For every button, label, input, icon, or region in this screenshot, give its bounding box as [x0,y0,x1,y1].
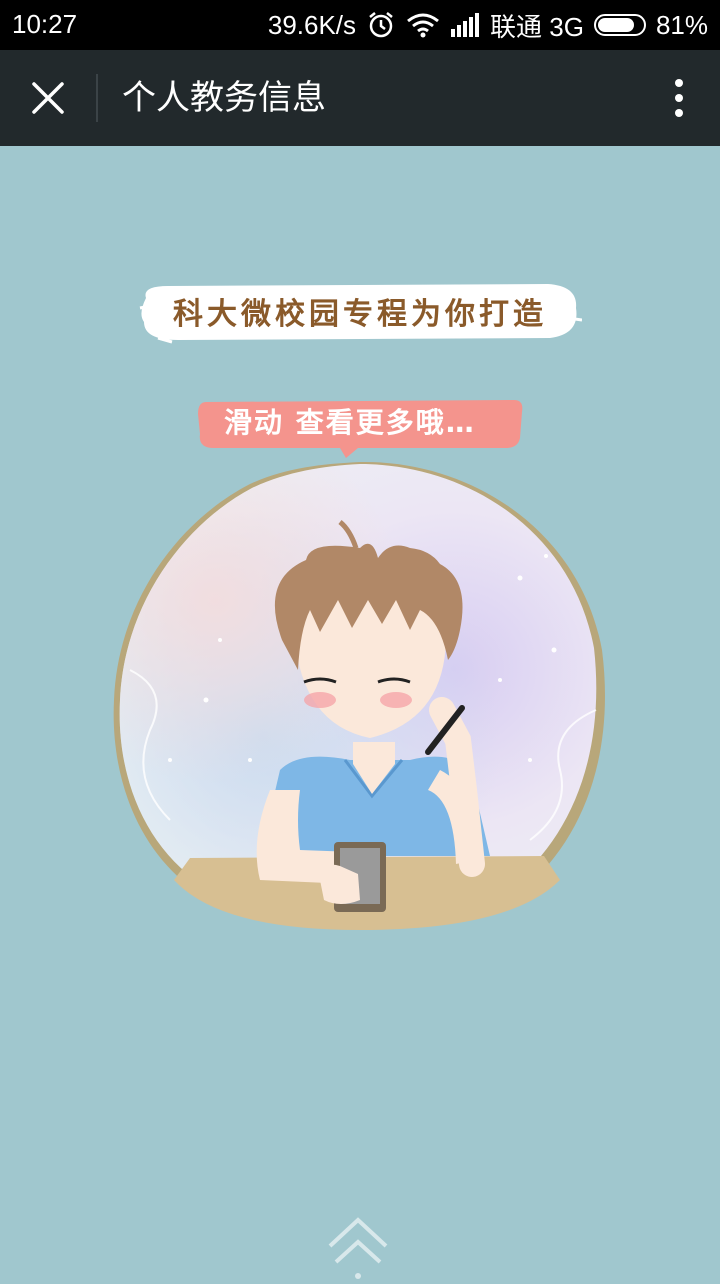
boy-illustration [110,460,610,936]
status-time: 10:27 [12,9,78,39]
signal-icon [450,13,480,37]
page-title: 个人教务信息 [122,78,326,118]
battery-icon [593,14,646,36]
more-menu-button[interactable] [664,72,694,124]
more-vertical-icon [675,79,683,117]
close-icon [32,82,64,114]
battery-fill [597,18,634,32]
status-bar: 10:27 39.6K/s 联通 3G 81% [0,0,720,50]
title-bar: 个人教务信息 [0,50,720,146]
status-right-group: 39.6K/s 联通 3G 81% [268,0,708,50]
carrier-label: 联通 3G [490,11,584,42]
double-chevron-up-icon[interactable] [326,1212,390,1280]
hint-bubble: 滑动 查看更多哦… [196,398,524,458]
battery-percent: 81% [655,9,708,40]
banner: 科大微校园专程为你打造 [138,278,582,344]
network-speed: 39.6K/s [267,9,357,40]
hint-text: 滑动 查看更多哦… [224,406,476,439]
close-button[interactable] [18,68,78,128]
banner-text: 科大微校园专程为你打造 [173,297,547,332]
wifi-icon [406,12,440,38]
title-divider [96,74,98,122]
alarm-icon [366,10,396,40]
